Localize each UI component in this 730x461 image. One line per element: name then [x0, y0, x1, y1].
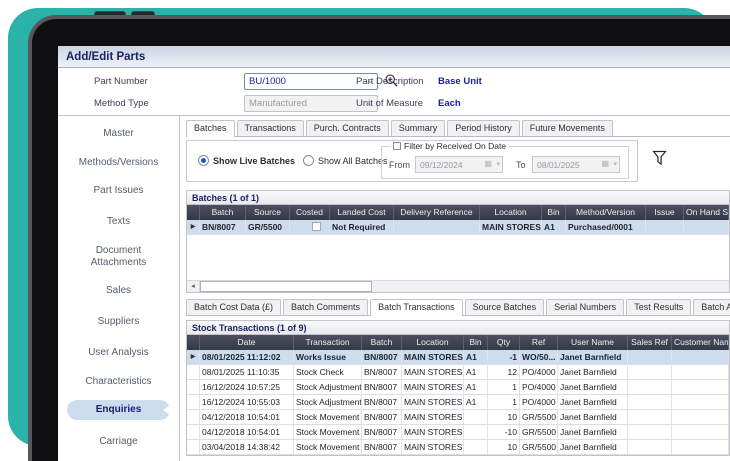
- stock-table-row[interactable]: 03/04/2018 14:38:42Stock MovementBN/8007…: [187, 440, 729, 455]
- stock-grid: DateTransactionBatchLocationBinQtyRefUse…: [186, 335, 730, 456]
- calendar-icon[interactable]: ▦: [484, 159, 492, 168]
- sidebar-item-carriage[interactable]: Carriage: [67, 434, 170, 451]
- show-live-batches-label[interactable]: Show Live Batches: [213, 156, 295, 166]
- stock-table-row[interactable]: ▶08/01/2025 11:12:02Works IssueBN/8007MA…: [187, 350, 729, 365]
- tab-period-history[interactable]: Period History: [447, 120, 520, 136]
- sidebar-item-suppliers[interactable]: Suppliers: [67, 314, 170, 331]
- batches-table-row[interactable]: ▶BN/8007GR/5500Not RequiredMAIN STORESA1…: [187, 220, 729, 235]
- tab-batch-attachments[interactable]: Batch Attachments: [693, 299, 730, 315]
- tab-test-results[interactable]: Test Results: [626, 299, 691, 315]
- sidebar-item-characteristics[interactable]: Characteristics: [67, 376, 170, 388]
- tab-batch-comments[interactable]: Batch Comments: [283, 299, 368, 315]
- batches-filter-panel: Show Live Batches Show All Batches Filte…: [186, 140, 638, 182]
- chevron-down-icon[interactable]: ▾: [496, 160, 500, 168]
- filter-by-date-label[interactable]: Filter by Received On Date: [404, 141, 506, 151]
- stock-grid-rows: ▶08/01/2025 11:12:02Works IssueBN/8007MA…: [187, 350, 729, 455]
- sidebar-item-texts[interactable]: Texts: [67, 214, 170, 231]
- part-description-label: Part Description: [356, 76, 424, 87]
- sidebar: Master Methods/Versions Part Issues Texts Do…: [58, 116, 180, 461]
- batches-section-title: Batches (1 of 1): [186, 190, 730, 205]
- tab-future-movements[interactable]: Future Movements: [522, 120, 613, 136]
- stock-table-row[interactable]: 04/12/2018 10:54:01Stock MovementBN/8007…: [187, 410, 729, 425]
- batches-grid-header: BatchSourceCostedLanded CostDelivery Ref…: [187, 205, 729, 220]
- part-number-value: BU/1000: [249, 76, 286, 87]
- stock-table-row[interactable]: 16/12/2024 10:55:03Stock AdjustmentBN/80…: [187, 395, 729, 410]
- date-filter-group: Filter by Received On Date From 09/12/20…: [381, 146, 629, 179]
- show-live-batches-radio[interactable]: [198, 155, 209, 166]
- tab-summary[interactable]: Summary: [391, 120, 446, 136]
- sidebar-item-document-attachments[interactable]: Document Attachments: [67, 245, 170, 269]
- batches-grid-rows: ▶BN/8007GR/5500Not RequiredMAIN STORESA1…: [187, 220, 729, 235]
- window-title: Add/Edit Parts: [58, 46, 730, 68]
- part-number-label: Part Number: [94, 76, 148, 87]
- from-date-value: 09/12/2024: [420, 160, 463, 170]
- sidebar-item-sales[interactable]: Sales: [67, 283, 170, 300]
- sidebar-item-part-issues[interactable]: Part Issues: [67, 183, 170, 200]
- method-type-label: Method Type: [94, 98, 149, 109]
- batches-horizontal-scrollbar[interactable]: ◂: [187, 280, 729, 292]
- stock-table-row[interactable]: 04/12/2018 10:54:01Stock MovementBN/8007…: [187, 425, 729, 440]
- to-date-value: 08/01/2025: [537, 160, 580, 170]
- tabs-top: BatchesTransactionsPurch. ContractsSumma…: [186, 120, 730, 137]
- active-item-notch-icon: [163, 404, 172, 416]
- stock-grid-header: DateTransactionBatchLocationBinQtyRefUse…: [187, 335, 729, 350]
- tab-serial-numbers[interactable]: Serial Numbers: [546, 299, 624, 315]
- content-panel: BatchesTransactionsPurch. ContractsSumma…: [180, 116, 730, 461]
- batches-grid: BatchSourceCostedLanded CostDelivery Ref…: [186, 205, 730, 293]
- app-window: Add/Edit Parts Part Number BU/1000 ⌄ Par…: [58, 46, 730, 461]
- stock-section-title: Stock Transactions (1 of 9): [186, 320, 730, 335]
- stock-table-row[interactable]: 08/01/2025 11:10:35Stock CheckBN/8007MAI…: [187, 365, 729, 380]
- sidebar-item-user-analysis[interactable]: User Analysis: [67, 345, 170, 362]
- batches-filter-row: Show Live Batches Show All Batches Filte…: [186, 140, 730, 186]
- tab-batch-transactions[interactable]: Batch Transactions: [370, 299, 463, 316]
- show-all-batches-label[interactable]: Show All Batches: [318, 156, 388, 166]
- tab-batches[interactable]: Batches: [186, 120, 235, 137]
- tab-source-batches[interactable]: Source Batches: [465, 299, 545, 315]
- show-all-batches-radio[interactable]: [303, 155, 314, 166]
- unit-of-measure-value: Each: [438, 98, 461, 109]
- calendar-icon[interactable]: ▦: [601, 159, 609, 168]
- tablet-frame: Add/Edit Parts Part Number BU/1000 ⌄ Par…: [28, 15, 730, 461]
- batches-grid-empty-area: [187, 235, 729, 280]
- filter-funnel-icon[interactable]: [652, 150, 667, 171]
- page-background: Add/Edit Parts Part Number BU/1000 ⌄ Par…: [0, 0, 730, 461]
- tab-transactions[interactable]: Transactions: [237, 120, 304, 136]
- part-form: Part Number BU/1000 ⌄ Part Description B…: [58, 68, 730, 116]
- date-filter-legend: Filter by Received On Date: [390, 141, 509, 151]
- sidebar-item-enquiries[interactable]: Enquiries: [67, 400, 170, 420]
- method-type-value: Manufactured: [249, 98, 307, 109]
- chevron-down-icon[interactable]: ▾: [613, 160, 617, 168]
- sidebar-item-methods-versions[interactable]: Methods/Versions: [67, 157, 170, 169]
- to-label: To: [516, 160, 526, 170]
- sidebar-item-master[interactable]: Master: [67, 126, 170, 143]
- stock-table-row[interactable]: 16/12/2024 10:57:25Stock AdjustmentBN/80…: [187, 380, 729, 395]
- tab-batch-cost-data[interactable]: Batch Cost Data (£): [186, 299, 281, 315]
- part-description-value: Base Unit: [438, 76, 482, 87]
- scroll-left-arrow-icon[interactable]: ◂: [187, 281, 200, 292]
- unit-of-measure-label: Unit of Measure: [356, 98, 423, 109]
- from-date-input[interactable]: 09/12/2024 ▦ ▾: [415, 156, 503, 173]
- scrollbar-thumb[interactable]: [200, 281, 372, 292]
- from-label: From: [389, 160, 410, 170]
- filter-by-date-checkbox[interactable]: [393, 142, 401, 150]
- radio-dot: [201, 158, 206, 163]
- costed-checkbox[interactable]: [312, 222, 321, 231]
- to-date-input[interactable]: 08/01/2025 ▦ ▾: [532, 156, 620, 173]
- tab-purch-contracts[interactable]: Purch. Contracts: [306, 120, 389, 136]
- tabs-bottom: Batch Cost Data (£)Batch CommentsBatch T…: [186, 299, 730, 316]
